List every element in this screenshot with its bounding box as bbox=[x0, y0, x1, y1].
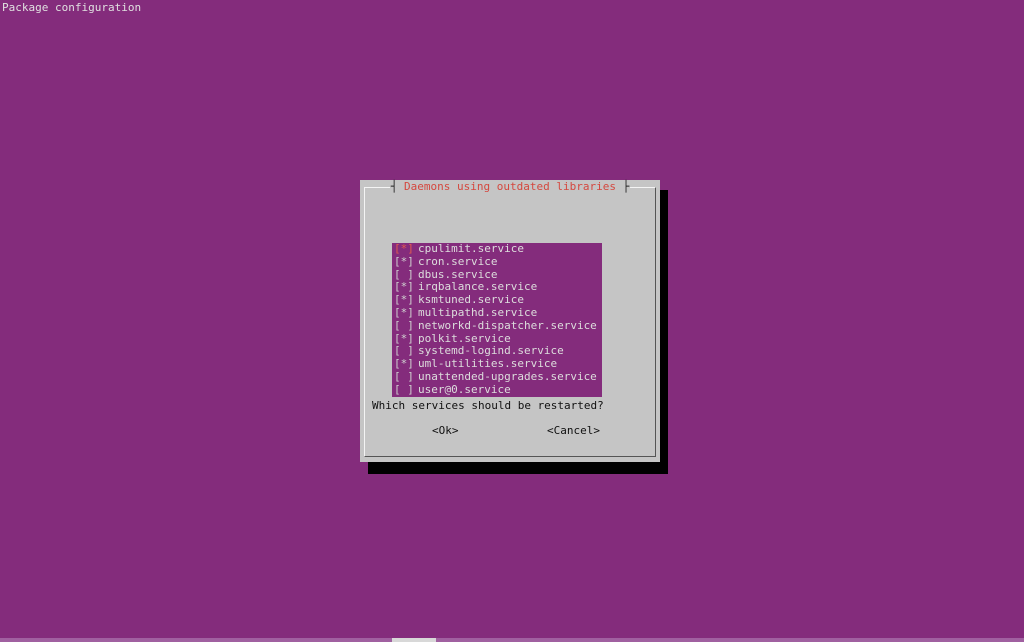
item-label: cpulimit.service bbox=[418, 243, 524, 255]
dialog-question: Which services should be restarted? bbox=[372, 399, 604, 412]
checkbox[interactable]: [ ] bbox=[392, 383, 414, 397]
terminal-screen: Package configuration ┤ Daemons using ou… bbox=[0, 0, 1024, 642]
item-label: networkd-dispatcher.service bbox=[418, 318, 597, 332]
dialog-title-box: ┤ Daemons using outdated libraries ├ bbox=[389, 180, 631, 194]
list-item[interactable]: [*] cron.service bbox=[392, 254, 602, 269]
item-label: multipathd.service bbox=[418, 305, 538, 319]
services-checklist[interactable]: [*] cpulimit.service [*] cron.service [ … bbox=[392, 243, 602, 397]
list-item[interactable]: [*] cpulimit.service bbox=[392, 243, 602, 256]
checkbox[interactable]: [*] bbox=[392, 306, 414, 320]
list-item[interactable]: [*] multipathd.service bbox=[392, 305, 602, 320]
list-item[interactable]: [ ] networkd-dispatcher.service bbox=[392, 318, 602, 333]
item-label: unattended-upgrades.service bbox=[418, 369, 597, 383]
item-label: user@0.service bbox=[418, 382, 511, 396]
checkbox[interactable]: [ ] bbox=[392, 319, 414, 333]
cancel-button[interactable]: <Cancel> bbox=[547, 424, 600, 438]
bottom-strip-mark bbox=[392, 638, 436, 642]
item-label: cron.service bbox=[418, 254, 498, 268]
checkbox[interactable]: [*] bbox=[392, 243, 414, 256]
dialog-title: Daemons using outdated libraries bbox=[404, 180, 616, 193]
dialog-title-wrap: ┤ Daemons using outdated libraries ├ bbox=[360, 180, 660, 194]
title-right-bar: ├ bbox=[615, 180, 630, 193]
ok-button[interactable]: <Ok> bbox=[432, 424, 459, 438]
checkbox[interactable]: [*] bbox=[392, 255, 414, 269]
header-title: Package configuration bbox=[2, 1, 142, 14]
list-item[interactable]: [ ] unattended-upgrades.service bbox=[392, 369, 602, 384]
title-left-bar: ┤ bbox=[390, 180, 405, 193]
bottom-strip bbox=[0, 638, 1024, 642]
checkbox[interactable]: [ ] bbox=[392, 370, 414, 384]
list-item[interactable]: [ ] user@0.service bbox=[392, 382, 602, 397]
